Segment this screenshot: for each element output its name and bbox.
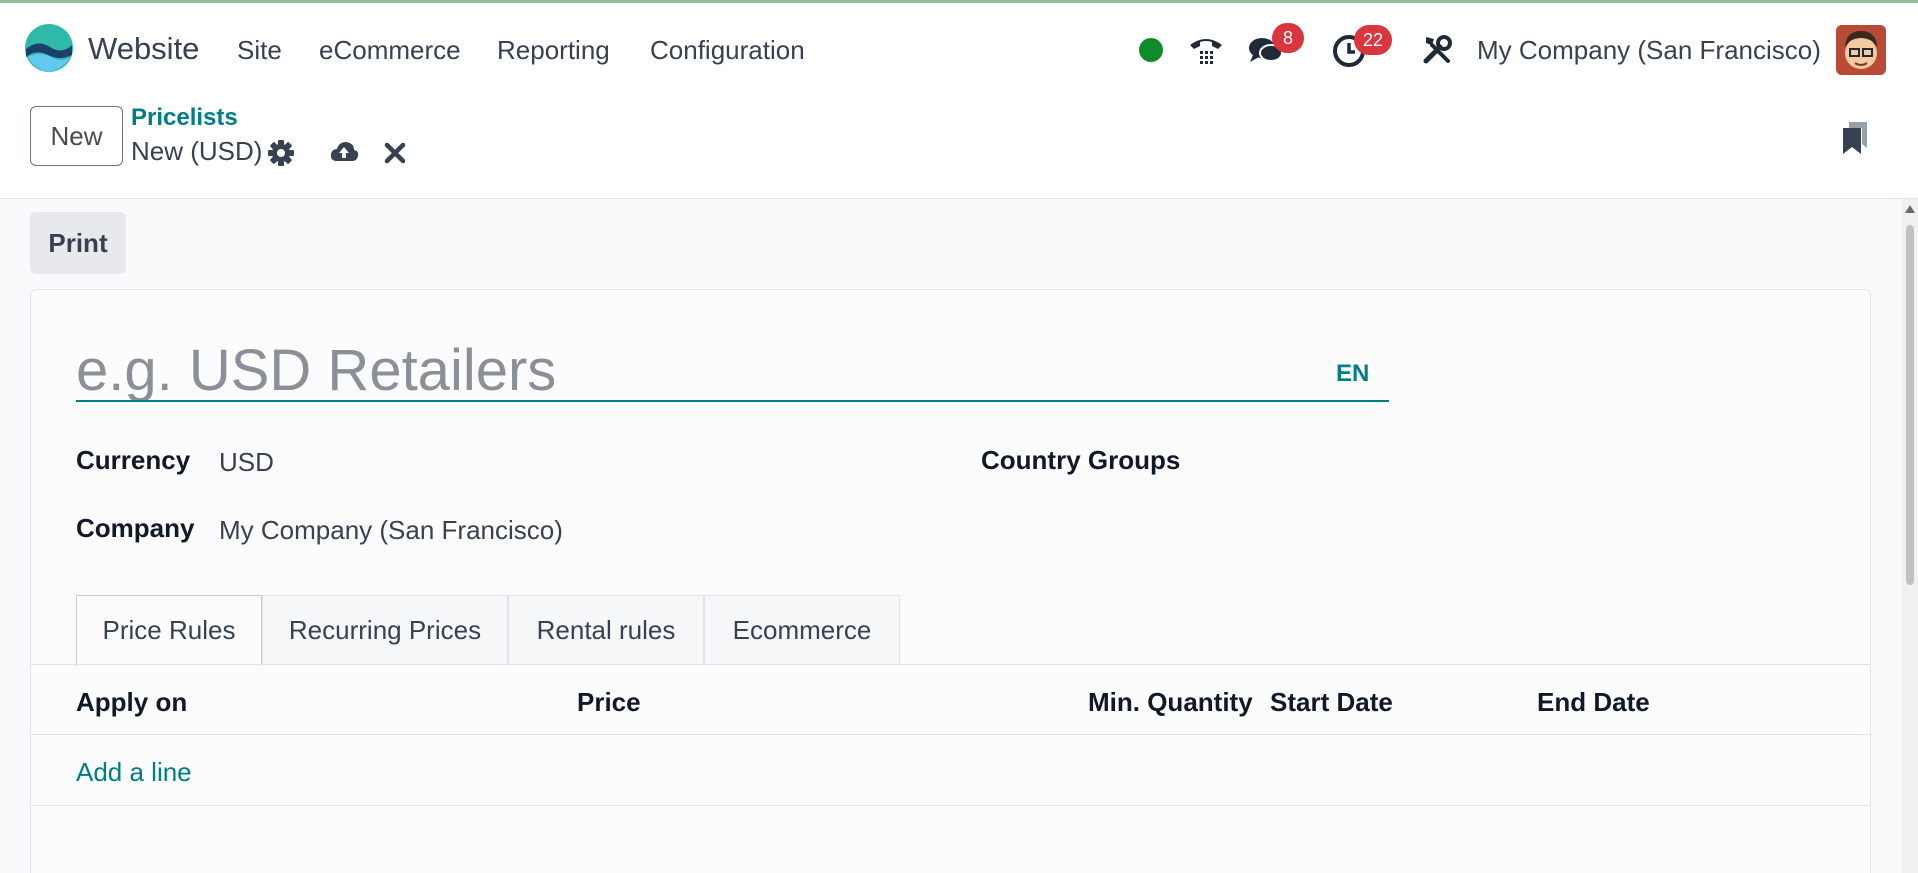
pricelist-name-input[interactable]	[76, 340, 1389, 402]
country-groups-label: Country Groups	[981, 445, 1181, 475]
record-name: New (USD)	[131, 136, 263, 166]
new-button[interactable]: New	[30, 106, 123, 166]
tools-icon[interactable]	[1418, 31, 1456, 69]
price-rules-header: Apply on Price Min. Quantity Start Date …	[31, 665, 1870, 735]
gear-icon[interactable]	[266, 138, 296, 168]
form-sheet: EN Currency USD Country Groups Company M…	[30, 289, 1871, 873]
list-divider	[31, 805, 1870, 806]
messages-count-badge: 8	[1272, 23, 1304, 53]
add-line-link[interactable]: Add a line	[76, 757, 192, 788]
company-field[interactable]: My Company (San Francisco)	[219, 515, 563, 546]
phone-icon[interactable]	[1187, 31, 1225, 69]
menu-site[interactable]: Site	[237, 35, 282, 66]
top-navbar: Website Site eCommerce Reporting Configu…	[0, 0, 1918, 94]
tab-ecommerce[interactable]: Ecommerce	[704, 595, 900, 665]
user-avatar[interactable]	[1836, 25, 1886, 75]
website-app-logo-icon[interactable]	[24, 23, 74, 73]
status-online-icon	[1139, 38, 1163, 62]
scrollbar-thumb[interactable]	[1906, 225, 1914, 585]
column-min-quantity[interactable]: Min. Quantity	[1088, 687, 1253, 718]
tab-price-rules[interactable]: Price Rules	[76, 595, 262, 666]
discard-icon[interactable]	[380, 138, 410, 168]
activities-count-badge: 22	[1354, 25, 1393, 55]
menu-ecommerce[interactable]: eCommerce	[319, 35, 461, 66]
language-button[interactable]: EN	[1336, 360, 1369, 388]
menu-configuration[interactable]: Configuration	[650, 35, 805, 66]
print-button[interactable]: Print	[30, 212, 126, 274]
currency-label: Currency	[76, 445, 191, 475]
page-scrollbar[interactable]	[1902, 199, 1918, 873]
save-cloud-icon[interactable]	[329, 137, 359, 167]
app-name[interactable]: Website	[88, 31, 199, 67]
column-end-date[interactable]: End Date	[1537, 687, 1650, 718]
tab-rental-rules[interactable]: Rental rules	[508, 595, 704, 665]
company-label: Company	[76, 513, 195, 543]
column-price[interactable]: Price	[577, 687, 641, 718]
column-apply-on[interactable]: Apply on	[76, 687, 187, 718]
scroll-up-arrow-icon[interactable]	[1905, 205, 1915, 213]
column-start-date[interactable]: Start Date	[1270, 687, 1393, 718]
currency-field[interactable]: USD	[219, 447, 274, 478]
breadcrumb-pricelists[interactable]: Pricelists	[131, 104, 238, 132]
bookmark-icon[interactable]	[1840, 120, 1870, 156]
control-panel: New Pricelists New (USD)	[0, 94, 1918, 199]
tab-recurring-prices[interactable]: Recurring Prices	[262, 595, 508, 665]
menu-reporting[interactable]: Reporting	[497, 35, 610, 66]
company-switcher[interactable]: My Company (San Francisco)	[1477, 35, 1821, 66]
